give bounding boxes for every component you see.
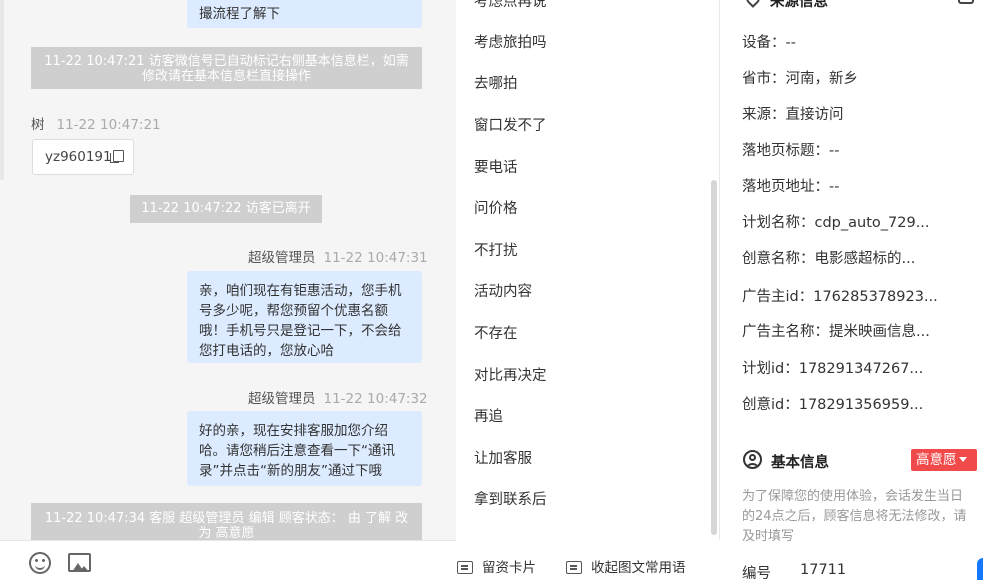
- message-time: 11-22 10:47:32: [323, 391, 428, 407]
- chat-workspace: 撮流程了解下 11-22 10:47:21 访客微信号已自动标记右侧基本信息栏，…: [0, 0, 983, 580]
- landing-page-title: 落地页标题：--: [742, 143, 840, 159]
- message-bubble: 亲，咱们现在有钜惠活动，您手机号多少呢，帮您预留个优惠名额哦！手机号只是登记一下…: [187, 271, 422, 363]
- advertiser-id: 广告主id：176285378923...: [742, 289, 938, 305]
- message-text: 撮流程了解下: [199, 6, 280, 22]
- phrase-item[interactable]: 考虑旅拍吗: [474, 31, 547, 52]
- message-bubble: 撮流程了解下: [187, 0, 422, 28]
- customer-number-label: 编号: [742, 566, 771, 580]
- phrase-item[interactable]: 去哪拍: [474, 72, 518, 93]
- visitor-name: 树: [31, 117, 45, 133]
- message-text: 好的亲，现在安排客服加您介绍哈。请您稍后注意查看一下“通讯录”并点击“新的朋友”…: [199, 423, 395, 479]
- system-note-wechat: 11-22 10:47:21 访客微信号已自动标记右侧基本信息栏，如需修改请在基…: [31, 47, 422, 89]
- phrase-item[interactable]: 让加客服: [474, 447, 532, 468]
- card-icon: [566, 561, 582, 574]
- agent-header: 超级管理员 11-22 10:47:32: [248, 387, 428, 407]
- visitor-header: 树 11-22 10:47:21: [31, 113, 161, 133]
- agent-name: 超级管理员: [248, 391, 316, 407]
- phrase-item[interactable]: 再追: [474, 405, 503, 426]
- basic-info-title: 基本信息: [771, 455, 829, 471]
- quick-phrase-list: 考虑点再说 考虑旅拍吗 去哪拍 窗口发不了 要电话 问价格 不打扰 活动内容 不…: [456, 0, 720, 540]
- source-device: 设备：--: [742, 35, 796, 51]
- location-pin-icon: [743, 0, 763, 8]
- plan-id: 计划id：178291347267...: [742, 361, 924, 377]
- button-label: 收起图文常用语: [591, 560, 686, 576]
- chat-input-toolbar: [0, 540, 456, 580]
- phrase-item[interactable]: 拿到联系后: [474, 488, 547, 509]
- message-bubble: 好的亲，现在安排客服加您介绍哈。请您稍后注意查看一下“通讯录”并点击“新的朋友”…: [187, 411, 422, 486]
- phrase-item[interactable]: 窗口发不了: [474, 114, 547, 135]
- phrase-item[interactable]: 考虑点再说: [474, 0, 547, 11]
- side-tab[interactable]: [977, 558, 983, 580]
- creative-id: 创意id：178291356959...: [742, 397, 924, 413]
- source-channel: 来源：直接访问: [742, 107, 844, 123]
- system-note-left: 11-22 10:47:22 访客已离开: [130, 195, 322, 223]
- copy-icon[interactable]: [109, 150, 124, 163]
- edit-notice: 为了保障您的使用体验，会话发生当日的24点之后，顾客信息将无法修改，请及时填写: [742, 489, 967, 544]
- chevron-down-icon: [958, 457, 967, 462]
- customer-number-value: 17711: [800, 562, 847, 578]
- system-note-status: 11-22 10:47:34 客服 超级管理员 编辑 顾客状态： 由 了解 改为…: [31, 503, 422, 540]
- phrase-item[interactable]: 要电话: [474, 156, 518, 177]
- plan-name: 计划名称：cdp_auto_729...: [742, 215, 930, 231]
- creative-name: 创意名称：电影感超标的...: [742, 251, 916, 267]
- phrase-item[interactable]: 问价格: [474, 197, 518, 218]
- phrase-item[interactable]: 对比再决定: [474, 364, 547, 385]
- agent-name: 超级管理员: [248, 250, 316, 266]
- user-icon: [743, 450, 762, 469]
- phrase-scrollbar[interactable]: [711, 180, 717, 535]
- source-info-title: 来源信息: [770, 0, 828, 10]
- message-time: 11-22 10:47:21: [56, 117, 161, 133]
- customer-info-panel: 来源信息 设备：-- 省市：河南，新乡 来源：直接访问 落地页标题：-- 落地页…: [720, 0, 983, 580]
- advertiser-name: 广告主名称：提米映画信息...: [742, 324, 930, 340]
- image-icon[interactable]: [68, 553, 91, 572]
- wechat-id: yz960191: [45, 149, 112, 165]
- phrase-item[interactable]: 不存在: [474, 322, 518, 343]
- edit-icon[interactable]: [958, 0, 974, 4]
- phrase-item[interactable]: 不打扰: [474, 239, 518, 260]
- message-time: 11-22 10:47:31: [323, 250, 428, 266]
- agent-header: 超级管理员 11-22 10:47:31: [248, 246, 428, 266]
- button-label: 留资卡片: [482, 560, 536, 576]
- divider: [0, 0, 4, 180]
- card-icon: [457, 561, 473, 574]
- lead-card-button[interactable]: 留资卡片: [457, 556, 536, 576]
- source-region: 省市：河南，新乡: [742, 71, 858, 87]
- chat-panel[interactable]: 撮流程了解下 11-22 10:47:21 访客微信号已自动标记右侧基本信息栏，…: [0, 0, 456, 540]
- intent-status-dropdown[interactable]: 高意愿: [911, 449, 977, 471]
- intent-label: 高意愿: [916, 452, 957, 468]
- phrase-item[interactable]: 活动内容: [474, 280, 532, 301]
- wechat-id-card[interactable]: yz960191: [32, 139, 134, 175]
- landing-page-url: 落地页地址：--: [742, 179, 840, 195]
- emoji-icon[interactable]: [29, 552, 51, 574]
- message-text: 亲，咱们现在有钜惠活动，您手机号多少呢，帮您预留个优惠名额哦！手机号只是登记一下…: [199, 283, 402, 359]
- collapse-phrases-button[interactable]: 收起图文常用语: [566, 556, 686, 576]
